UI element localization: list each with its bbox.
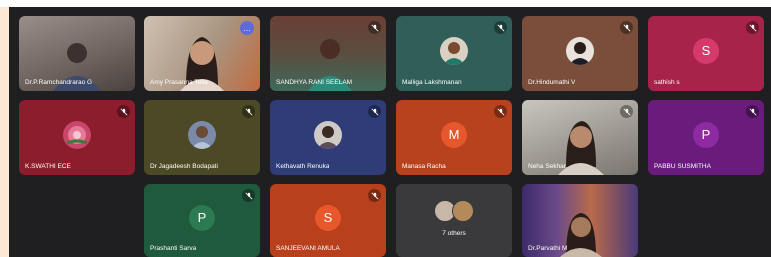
participant-name: K.SWATHI ECE xyxy=(25,163,71,170)
mic-muted-icon xyxy=(242,189,255,202)
mic-muted-icon xyxy=(368,105,381,118)
participant-tile[interactable]: Dr.Parvathi M xyxy=(522,184,638,257)
participant-name: Malliga Lakshmanan xyxy=(402,79,462,86)
participant-initial-avatar: P xyxy=(693,121,719,148)
participant-name: PABBU SUSMITHA xyxy=(654,163,711,170)
participant-name: sathish s xyxy=(654,79,680,86)
participant-name: Manasa Racha xyxy=(402,163,446,170)
participant-tile[interactable]: P PABBU SUSMITHA xyxy=(648,100,764,175)
mic-muted-icon xyxy=(746,21,759,34)
mic-muted-icon xyxy=(620,21,633,34)
participant-tile[interactable]: SANDHYA RANI SEELAM xyxy=(270,16,386,91)
participant-name: Kethavath Renuka xyxy=(276,163,330,170)
participant-name: Dr.Hindumathi V xyxy=(528,79,576,86)
others-count-label: 7 others xyxy=(442,230,466,237)
mic-muted-icon xyxy=(368,189,381,202)
participant-name: Prashanti Sarva xyxy=(150,245,197,252)
participant-avatar xyxy=(440,36,468,65)
participant-name: Neha Sekhar xyxy=(528,163,566,170)
participant-initial-avatar: S xyxy=(315,204,341,231)
participant-tile[interactable]: Neha Sekhar xyxy=(522,100,638,175)
others-avatars xyxy=(434,200,474,222)
participant-initial-avatar: S xyxy=(693,37,719,64)
participant-tile[interactable]: Dr Jagadeesh Bodapati xyxy=(144,100,260,175)
participant-tile[interactable]: Kethavath Renuka xyxy=(270,100,386,175)
participant-tile[interactable]: Malliga Lakshmanan xyxy=(396,16,512,91)
participant-tile[interactable]: S sathish s xyxy=(648,16,764,91)
participant-avatar xyxy=(188,120,216,149)
others-tile[interactable]: 7 others xyxy=(396,184,512,257)
participant-tile[interactable]: Dr.Hindumathi V xyxy=(522,16,638,91)
top-bar xyxy=(0,0,771,7)
participant-tile[interactable]: P Prashanti Sarva xyxy=(144,184,260,257)
participant-avatar xyxy=(314,120,342,149)
mic-muted-icon xyxy=(494,21,507,34)
mic-muted-icon xyxy=(242,105,255,118)
participant-name: Dr.Parvathi M xyxy=(528,245,568,252)
participant-tile[interactable]: K.SWATHI ECE xyxy=(19,100,135,175)
mic-muted-icon xyxy=(117,105,130,118)
participant-avatar xyxy=(566,36,594,65)
participant-name: SANJEEVANI AMULA xyxy=(276,245,340,252)
participant-avatar xyxy=(63,120,91,149)
mic-muted-icon xyxy=(620,105,633,118)
participant-tile[interactable]: … Amy Prasanna Tella xyxy=(144,16,260,91)
left-edge xyxy=(0,7,9,257)
participant-tile[interactable]: S SANJEEVANI AMULA xyxy=(270,184,386,257)
participant-name: Dr.P.Ramchandrarao G xyxy=(25,79,93,86)
participant-tile[interactable]: M Manasa Racha xyxy=(396,100,512,175)
mic-muted-icon xyxy=(368,21,381,34)
participant-name: Amy Prasanna Tella xyxy=(150,79,208,86)
participant-name: Dr Jagadeesh Bodapati xyxy=(150,163,218,170)
participant-initial-avatar: P xyxy=(189,204,215,231)
participant-initial-avatar: M xyxy=(441,121,467,148)
mic-muted-icon xyxy=(746,105,759,118)
participant-name: SANDHYA RANI SEELAM xyxy=(276,79,353,86)
more-options-icon[interactable]: … xyxy=(240,21,254,35)
mic-muted-icon xyxy=(494,105,507,118)
participant-tile[interactable]: Dr.P.Ramchandrarao G xyxy=(19,16,135,91)
